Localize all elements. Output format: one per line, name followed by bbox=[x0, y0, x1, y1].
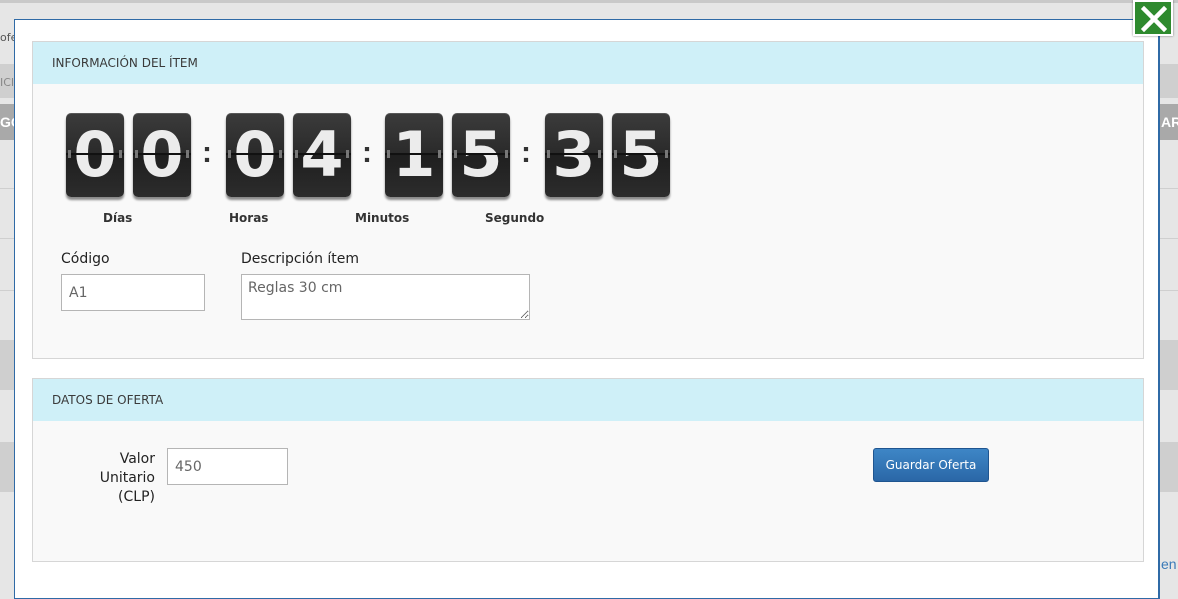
background-row-divider bbox=[1160, 238, 1178, 239]
background-row bbox=[0, 340, 14, 390]
countdown-digit: 0 bbox=[66, 113, 124, 197]
background-row bbox=[1160, 442, 1178, 492]
save-offer-button[interactable]: Guardar Oferta bbox=[873, 448, 989, 482]
background-band bbox=[1160, 64, 1178, 98]
close-icon bbox=[1141, 6, 1167, 32]
background-text-fragment: AR bbox=[1161, 114, 1178, 130]
background-row-divider bbox=[1160, 188, 1178, 189]
offer-data-panel: DATOS DE OFERTA Valor Unitario (CLP) Gua… bbox=[32, 378, 1144, 562]
background-text-fragment: ICI bbox=[0, 76, 15, 89]
background-link-fragment[interactable]: en bbox=[1161, 556, 1177, 572]
item-info-panel-title: INFORMACIÓN DEL ÍTEM bbox=[33, 42, 1143, 84]
countdown-digit: 0 bbox=[226, 113, 284, 197]
background-row-divider bbox=[1160, 290, 1178, 291]
countdown-digit: 4 bbox=[293, 113, 351, 197]
countdown-digit: 0 bbox=[133, 113, 191, 197]
background-row-divider bbox=[0, 290, 14, 291]
description-label: Descripción ítem bbox=[241, 251, 360, 267]
code-input[interactable] bbox=[61, 274, 205, 311]
background-row bbox=[1160, 340, 1178, 390]
close-button[interactable] bbox=[1133, 0, 1173, 36]
unit-value-label-line: Valor Unitario bbox=[99, 451, 155, 486]
unit-value-input[interactable] bbox=[167, 448, 288, 485]
countdown-label-days: Días bbox=[103, 211, 133, 225]
countdown-separator: : bbox=[362, 136, 372, 169]
background-row-divider bbox=[0, 188, 14, 189]
item-info-panel: INFORMACIÓN DEL ÍTEM 0 0 : 0 4 : 1 5 : 3… bbox=[32, 41, 1144, 359]
countdown-digit: 1 bbox=[385, 113, 443, 197]
background-table-header: GO bbox=[0, 104, 22, 140]
unit-value-label: Valor Unitario (CLP) bbox=[61, 450, 155, 507]
offer-modal: INFORMACIÓN DEL ÍTEM 0 0 : 0 4 : 1 5 : 3… bbox=[14, 19, 1160, 599]
countdown-digit: 3 bbox=[545, 113, 603, 197]
description-textarea[interactable]: Reglas 30 cm bbox=[241, 274, 530, 320]
background-row-divider bbox=[0, 238, 14, 239]
countdown-label-minutes: Minutos bbox=[355, 211, 410, 225]
countdown-digit: 5 bbox=[612, 113, 670, 197]
background-row bbox=[0, 442, 14, 492]
countdown-label-hours: Horas bbox=[229, 211, 269, 225]
background-top-bar bbox=[0, 0, 1178, 3]
countdown-label-seconds: Segundo bbox=[485, 211, 545, 225]
countdown-digit: 5 bbox=[452, 113, 510, 197]
countdown-separator: : bbox=[521, 136, 531, 169]
offer-data-panel-title: DATOS DE OFERTA bbox=[33, 379, 1143, 421]
background-table-header: AR bbox=[1160, 104, 1178, 140]
code-label: Código bbox=[61, 251, 110, 267]
countdown-separator: : bbox=[202, 136, 212, 169]
unit-value-currency-label: (CLP) bbox=[118, 489, 155, 505]
